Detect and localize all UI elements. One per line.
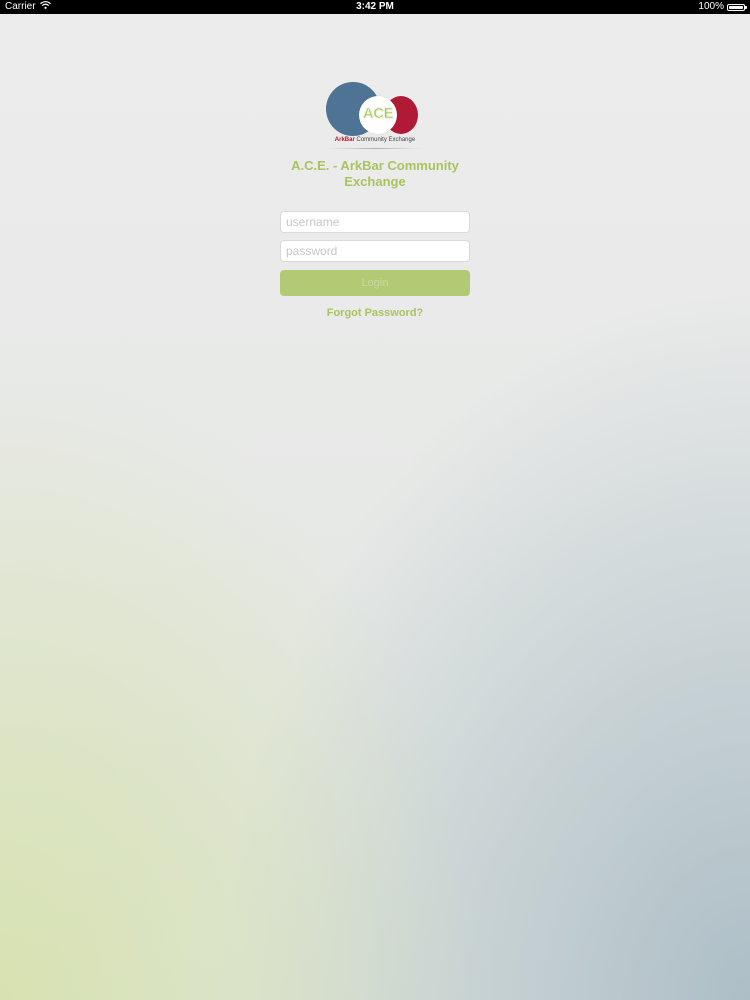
app-title: A.C.E. - ArkBar Community Exchange bbox=[291, 158, 459, 189]
password-input[interactable] bbox=[280, 240, 470, 262]
logo-ace-text: ACE bbox=[362, 105, 394, 123]
battery-fill bbox=[729, 5, 743, 9]
username-input[interactable] bbox=[280, 211, 470, 233]
app-logo: ACE ArkBar Community Exchange bbox=[322, 78, 428, 154]
battery-percent: 100% bbox=[698, 1, 724, 12]
status-bar: Carrier 3:42 PM 100% bbox=[0, 0, 750, 14]
logo-underline bbox=[328, 148, 422, 149]
logo-subtitle: ArkBar Community Exchange bbox=[322, 137, 428, 143]
logo-sub-rest: Community Exchange bbox=[354, 137, 416, 143]
status-time: 3:42 PM bbox=[356, 1, 394, 12]
login-button[interactable]: Login bbox=[280, 270, 470, 296]
carrier-label: Carrier bbox=[5, 1, 36, 12]
forgot-password-link[interactable]: Forgot Password? bbox=[280, 307, 470, 319]
status-right: 100% bbox=[698, 0, 747, 14]
battery-icon bbox=[727, 3, 747, 11]
wifi-icon bbox=[39, 0, 51, 14]
logo-sub-ark: ArkBar bbox=[334, 137, 355, 143]
status-left: Carrier bbox=[5, 0, 51, 14]
